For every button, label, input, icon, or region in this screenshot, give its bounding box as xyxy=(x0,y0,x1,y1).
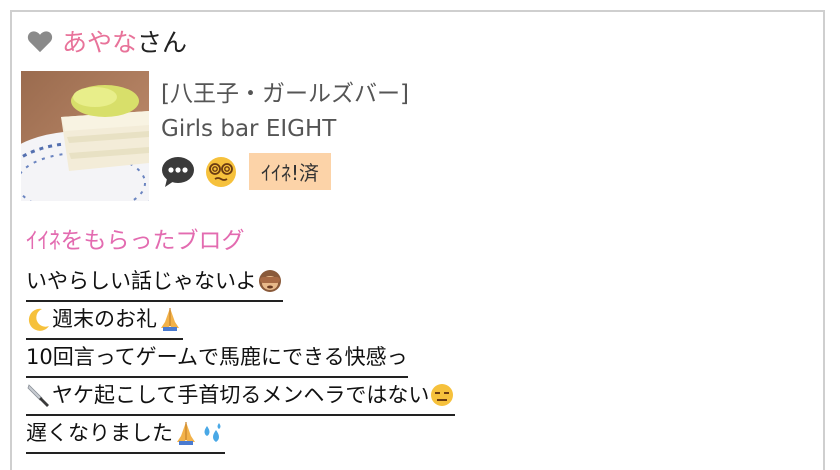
action-row: ｲｲﾈ!済 xyxy=(161,153,409,190)
card-header: あやな さん xyxy=(26,24,187,58)
list-item: 遅くなりました xyxy=(26,416,455,454)
list-item: いやらしい話じゃないよ xyxy=(26,264,455,302)
list-item: 10回言ってゲームで馬鹿にできる快感っ xyxy=(26,340,455,378)
blog-title: 週末のお礼 xyxy=(52,307,157,331)
profile-row: [八王子・ガールズバー] Girls bar EIGHT ｲｲﾈ!済 xyxy=(21,71,409,201)
shop-name[interactable]: Girls bar EIGHT xyxy=(161,112,409,147)
blog-title: 10回言ってゲームで馬鹿にできる快感っ xyxy=(26,345,408,369)
profile-thumbnail[interactable] xyxy=(21,71,149,201)
blog-title: 遅くなりました xyxy=(26,421,173,445)
list-item: 週末のお礼 xyxy=(26,302,455,340)
section-title: ｲｲﾈをもらったブログ xyxy=(26,228,245,254)
blog-title: いやらしい話じゃないよ xyxy=(26,269,257,293)
iine-done-badge[interactable]: ｲｲﾈ!済 xyxy=(249,153,332,190)
list-item: ヤケ起こして手首切るメンヘラではない xyxy=(26,378,456,416)
user-name[interactable]: あやな xyxy=(62,23,137,59)
dizzy-face-icon[interactable] xyxy=(204,155,238,189)
expressionless-face-icon xyxy=(431,384,454,406)
blog-list: いやらしい話じゃないよ 週末のお礼 10回言ってゲームで馬鹿にできる快感っ ヤケ… xyxy=(26,264,456,454)
shop-area: [八王子・ガールズバー] xyxy=(161,81,409,107)
folded-hands-icon xyxy=(177,422,195,445)
folded-hands-icon xyxy=(161,308,179,331)
blog-link[interactable]: 遅くなりました xyxy=(26,416,225,454)
crescent-moon-icon xyxy=(28,308,49,331)
blog-link[interactable]: いやらしい話じゃないよ xyxy=(26,264,283,302)
see-no-evil-monkey-icon xyxy=(258,270,281,292)
chat-bubble-icon[interactable] xyxy=(161,155,195,189)
blog-title: ヤケ起こして手首切るメンヘラではない xyxy=(52,383,430,407)
blog-link[interactable]: 週末のお礼 xyxy=(26,302,183,340)
blog-link[interactable]: 10回言ってゲームで馬鹿にできる快感っ xyxy=(26,340,408,378)
heart-icon[interactable] xyxy=(26,27,54,55)
profile-info: [八王子・ガールズバー] Girls bar EIGHT ｲｲﾈ!済 xyxy=(161,71,409,201)
cake-photo xyxy=(21,71,149,201)
blog-link[interactable]: ヤケ起こして手首切るメンヘラではない xyxy=(26,378,456,416)
knife-icon xyxy=(27,384,49,407)
name-suffix: さん xyxy=(137,28,188,57)
girl-card: あやな さん [八王子・ガールズバー] Girls bar EIGHT ｲｲﾈ!… xyxy=(10,10,825,470)
sweat-droplets-icon xyxy=(204,423,221,442)
